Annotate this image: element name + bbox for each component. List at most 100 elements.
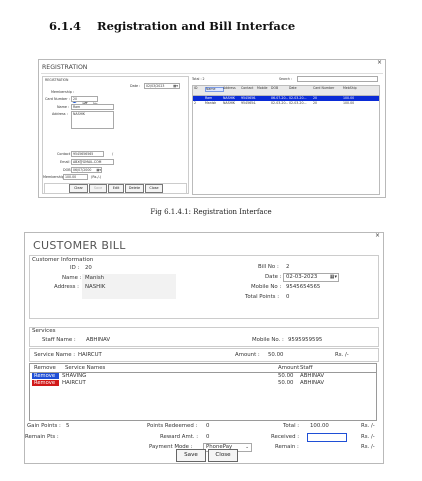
customer-id-label: ID : xyxy=(70,265,80,271)
customer-id-input[interactable]: 20 xyxy=(82,264,176,273)
customer-name-label: Name : xyxy=(62,275,82,281)
service-row-name: SHAVING xyxy=(62,373,87,379)
received-unit: Rs. /- xyxy=(361,434,375,440)
form-panel-label: REGISTRATION xyxy=(45,78,69,82)
calendar-icon[interactable]: ▦▾ xyxy=(173,84,178,88)
service-row[interactable]: Remove HAIRCUT 50.00 ABHINAV xyxy=(30,380,376,387)
calendar-icon[interactable]: ▦▾ xyxy=(330,274,337,281)
remove-button[interactable]: Remove xyxy=(32,373,59,379)
reg-date-picker[interactable]: 02/03/2023 ▦▾ xyxy=(144,83,180,89)
save-button[interactable]: Save xyxy=(89,184,107,193)
contact-separator: / xyxy=(112,152,114,156)
gain-points-label: Gain Points : xyxy=(27,423,61,429)
bill-total-input[interactable]: 100.00 xyxy=(307,422,347,431)
bill-date-value: 02-03-2023 xyxy=(286,274,318,280)
bill-title: CUSTOMER BILL xyxy=(33,239,126,252)
services-group: Services Staff Name : ABHINAV Mobile No.… xyxy=(29,327,379,347)
remain-pts-input[interactable] xyxy=(63,433,107,442)
service-row[interactable]: Remove SHAVING 50.00 ABHINAV xyxy=(30,373,376,380)
membership-unit: (Rs./-) xyxy=(91,175,102,179)
bill-close-button[interactable]: Close xyxy=(208,449,238,462)
remain-unit: Rs. /- xyxy=(361,444,375,450)
remain-input[interactable] xyxy=(307,443,347,452)
registration-form-panel: REGISTRATION Date : 02/03/2023 ▦▾ Member… xyxy=(42,76,189,194)
bill-close-x-button[interactable]: × xyxy=(375,232,380,239)
customer-info-group: Customer Information ID : 20 Name : Mani… xyxy=(29,255,379,319)
grid-header-cell[interactable]: Date xyxy=(289,86,312,90)
staff-mobile-label: Mobile No. : xyxy=(252,337,284,343)
delete-button[interactable]: Delete xyxy=(125,184,144,193)
grid-row[interactable]: 2 Manish NASHIK 9545654... 02-03-20...02-03-… xyxy=(193,101,379,106)
header-amount: Amount xyxy=(278,365,300,371)
close-button[interactable]: Close xyxy=(145,184,163,193)
remain-pts-label: Remain Pts : xyxy=(25,434,59,440)
grid-cell: 20 xyxy=(313,101,318,105)
address-label: Address : xyxy=(52,112,68,116)
calendar-icon[interactable]: ▦▾ xyxy=(96,168,101,172)
grid-header-cell[interactable]: MebShip xyxy=(343,86,378,90)
dob-picker[interactable]: 06/07/2000 ▦▾ xyxy=(71,167,102,173)
search-label: Search : xyxy=(279,77,293,81)
service-row-amount: 50.00 xyxy=(278,380,294,386)
membership-amount-input[interactable]: 100.00 xyxy=(63,174,88,180)
clear-button[interactable]: Clear xyxy=(69,184,88,193)
staff-name-label: Staff Name : xyxy=(42,337,76,343)
customer-address-input[interactable]: NASHIK xyxy=(82,283,176,299)
registration-grid[interactable]: ID Name Address Contact Mobile DOB Date Card Nu… xyxy=(192,85,380,195)
service-entry-row: Service Name : HAIRCUT Amount : 50.00 Rs… xyxy=(29,348,379,362)
amount-value[interactable]: 50.00 xyxy=(268,352,283,358)
bill-date-picker[interactable]: 02-03-2023 ▦▾ xyxy=(283,273,339,282)
service-row-amount: 50.00 xyxy=(278,373,294,379)
total-points-label: Total Points : xyxy=(245,294,280,300)
chevron-down-icon: ⌄ xyxy=(245,445,249,450)
received-label: Received : xyxy=(271,434,300,440)
staff-mobile-value[interactable]: 9595959595 xyxy=(288,337,322,343)
services-label: Services xyxy=(32,328,56,334)
card-number-input[interactable]: 20 xyxy=(71,96,98,102)
bill-save-button[interactable]: Save xyxy=(176,449,206,462)
service-grid[interactable]: Remove Service Names Amount Staff Remove… xyxy=(29,363,377,421)
staff-name-value[interactable]: ABHINAV xyxy=(86,337,110,343)
grid-header-cell[interactable]: Mobile xyxy=(257,86,270,90)
registration-close-button[interactable]: × xyxy=(377,59,382,66)
service-name-label: Service Name : xyxy=(34,352,76,358)
grid-header-cell[interactable]: Card Number xyxy=(313,86,342,90)
edit-button[interactable]: Edit xyxy=(108,184,124,193)
total-value: 2 xyxy=(202,77,205,81)
name-label: Name : xyxy=(57,105,70,109)
bill-no-input[interactable]: 2 xyxy=(283,263,347,272)
header-remove: Remove xyxy=(34,365,56,371)
address-textarea[interactable]: NASHIK xyxy=(71,111,114,129)
service-grid-header: Remove Service Names Amount Staff xyxy=(30,364,376,373)
remain-label: Remain : xyxy=(275,444,299,450)
service-row-name: HAIRCUT xyxy=(62,380,86,386)
grid-header-cell[interactable]: Contact xyxy=(241,86,256,90)
total-points-input[interactable]: 0 xyxy=(283,293,347,302)
registration-title: REGISTRATION xyxy=(42,64,88,71)
received-input[interactable] xyxy=(307,433,347,442)
points-redeemed-input[interactable]: 0 xyxy=(203,422,247,431)
customer-name-input[interactable]: Manish xyxy=(82,274,176,283)
grid-cell: NASHIK xyxy=(223,101,236,105)
bill-total-label: Total : xyxy=(283,423,300,429)
reward-amt-input[interactable]: 0 xyxy=(203,433,247,442)
email-label: Email : xyxy=(60,160,72,164)
registration-title-divider xyxy=(41,73,383,74)
grid-header-cell[interactable]: Name xyxy=(205,87,224,93)
grid-header-cell[interactable]: DOB xyxy=(271,86,288,90)
customer-bill-window: CUSTOMER BILL × Customer Information ID … xyxy=(24,232,384,464)
grid-header-cell[interactable]: Address xyxy=(223,86,240,90)
section-title: Registration and Bill Interface xyxy=(97,19,296,33)
remove-button[interactable]: Remove xyxy=(32,380,59,386)
contact-input[interactable]: 9545656565 xyxy=(71,151,104,157)
service-row-staff: ABHINAV xyxy=(300,373,325,379)
customer-mobile-input[interactable]: 9545654565 xyxy=(283,283,347,292)
name-input[interactable]: Ram xyxy=(71,104,114,110)
grid-header-cell[interactable]: ID xyxy=(194,86,204,90)
email-input[interactable]: ABX@GMAIL.COM xyxy=(71,159,114,165)
gain-points-input[interactable]: 5 xyxy=(63,422,107,431)
customer-info-label: Customer Information xyxy=(32,257,94,263)
reg-date-value: 02/03/2023 xyxy=(146,84,165,88)
service-name-value[interactable]: HAIRCUT xyxy=(78,352,102,358)
search-input[interactable] xyxy=(297,76,378,82)
